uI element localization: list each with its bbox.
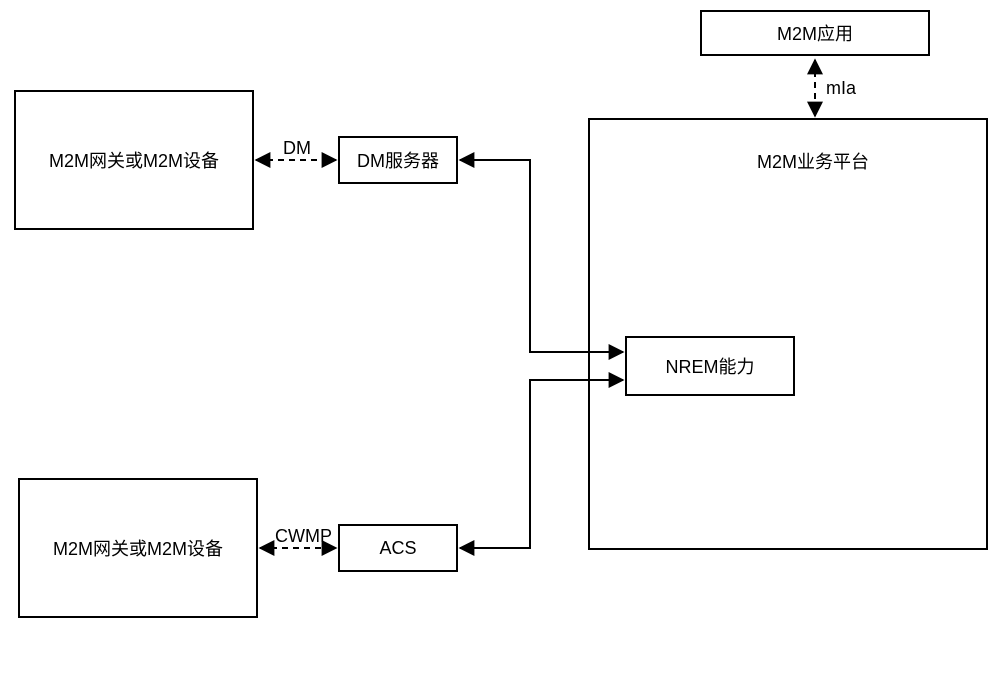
- acs-box: ACS: [338, 524, 458, 572]
- nrem-box: NREM能力: [625, 336, 795, 396]
- dm-edge-label: DM: [283, 138, 311, 159]
- gateway-box-bottom: M2M网关或M2M设备: [18, 478, 258, 618]
- mia-edge-label: mIa: [826, 78, 856, 99]
- dm-server-label: DM服务器: [357, 147, 439, 173]
- nrem-label: NREM能力: [666, 353, 755, 379]
- platform-box: M2M业务平台: [588, 118, 988, 550]
- m2m-app-label: M2M应用: [777, 20, 853, 46]
- cwmp-edge-label: CWMP: [275, 526, 332, 547]
- dm-server-box: DM服务器: [338, 136, 458, 184]
- m2m-app-box: M2M应用: [700, 10, 930, 56]
- gateway-box-top: M2M网关或M2M设备: [14, 90, 254, 230]
- diagram-stage: M2M应用 M2M业务平台 NREM能力 M2M网关或M2M设备 M2M网关或M…: [0, 0, 1000, 685]
- gateway-label-top: M2M网关或M2M设备: [49, 147, 219, 173]
- platform-label: M2M业务平台: [757, 148, 869, 174]
- acs-label: ACS: [379, 538, 416, 559]
- gateway-label-bottom: M2M网关或M2M设备: [53, 535, 223, 561]
